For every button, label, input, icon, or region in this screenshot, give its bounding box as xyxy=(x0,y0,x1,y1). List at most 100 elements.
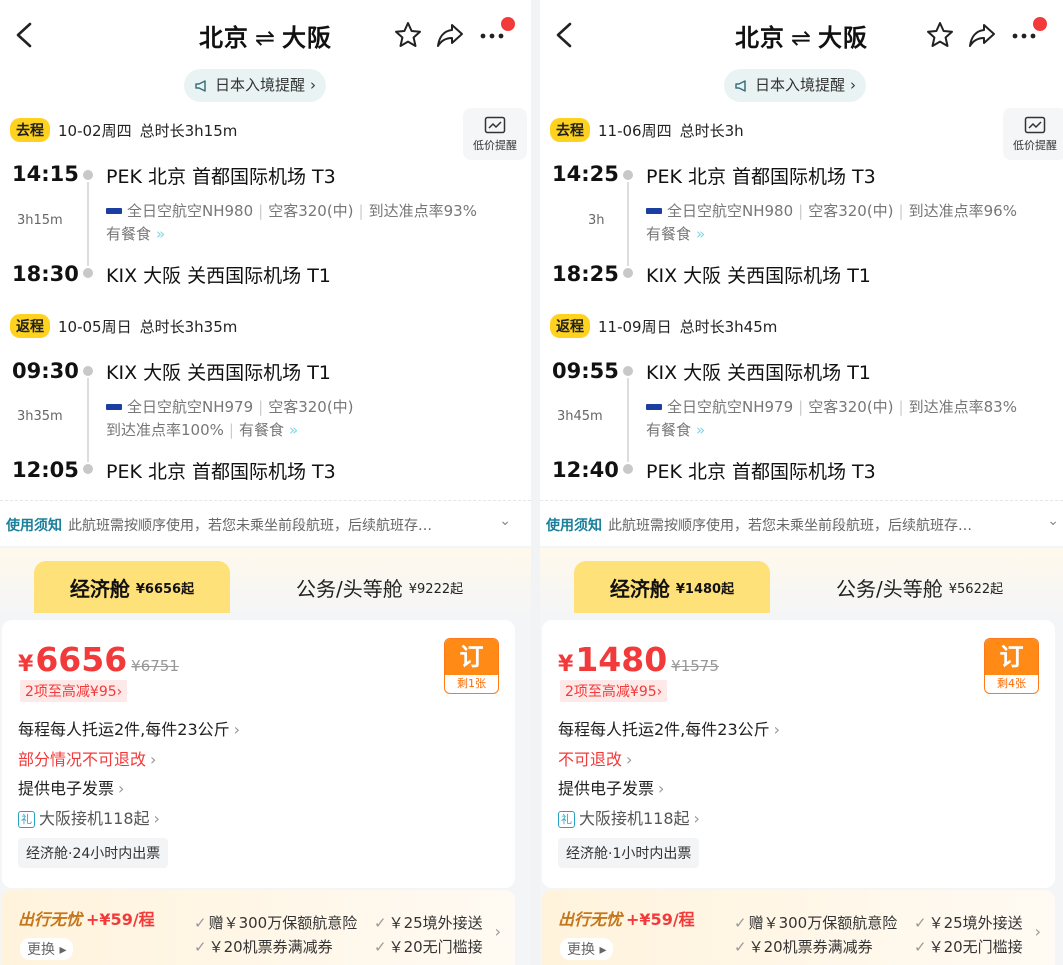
outbound-flight-info[interactable]: 全日空航空NH980 | 空客320(中) | 到达准点率96% xyxy=(646,200,1017,221)
ana-logo-icon xyxy=(106,207,122,214)
tab-business[interactable]: 公务/头等舱 ¥5622起 xyxy=(836,561,1003,613)
benefit-item: ✓ ￥20无门槛接 xyxy=(914,938,1023,956)
double-chevron-icon: » xyxy=(696,420,706,439)
timeline-line xyxy=(627,378,629,462)
check-icon: ✓ xyxy=(194,914,207,932)
timeline-dot xyxy=(83,268,93,278)
outbound-dep-time: 14:15 xyxy=(12,162,79,186)
outbound-meal[interactable]: 有餐食» xyxy=(106,223,165,244)
price-alert-button[interactable]: 低价提醒 xyxy=(463,108,527,160)
outbound-arr-airport: KIX 大阪 关西国际机场 T1 xyxy=(106,265,331,287)
chevron-down-icon: ⌄ xyxy=(1047,513,1059,529)
check-icon: ✓ xyxy=(374,938,387,956)
cabin-tabs: 经济舱 ¥6656起 公务/头等舱 ¥9222起 xyxy=(0,548,531,618)
invoice-info[interactable]: 提供电子发票 › xyxy=(558,775,664,799)
timeline-dot xyxy=(623,268,633,278)
share-icon[interactable] xyxy=(435,20,465,50)
return-flight-info[interactable]: 全日空航空NH979 | 空客320(中) xyxy=(106,396,354,417)
outbound-total-duration: 总时长3h15m xyxy=(139,121,238,140)
chevron-right-icon: › xyxy=(310,76,317,94)
remaining-seats: 剩4张 xyxy=(997,677,1026,690)
benefit-item: ✓ ￥25境外接送 xyxy=(374,914,483,932)
benefit-item: ✓ ￥20机票券满减券 xyxy=(194,938,333,956)
insurance-package[interactable]: 出行无忧 +¥59/程 更换 ▸ ✓ 赠￥300万保额航意险 ✓ ￥25境外接送 ✓ ￥… xyxy=(2,890,515,965)
timeline-dot xyxy=(83,464,93,474)
refund-policy[interactable]: 部分情况不可退改 › xyxy=(18,746,156,770)
change-button[interactable]: 更换 ▸ xyxy=(20,938,74,960)
fare-price: ¥6656 ¥6751 xyxy=(18,640,179,679)
outbound-tag: 去程 xyxy=(10,118,50,142)
baggage-info[interactable]: 每程每人托运2件,每件23公斤 › xyxy=(558,716,780,740)
benefit-item: ✓ ￥20无门槛接 xyxy=(374,938,483,956)
return-dep-airport: KIX 大阪 关西国际机场 T1 xyxy=(106,362,331,384)
airport-transfer[interactable]: 礼大阪接机118起 › xyxy=(18,805,160,829)
benefit-item: ✓ ￥20机票券满减券 xyxy=(734,938,873,956)
outbound-total-duration: 总时长3h xyxy=(679,121,744,140)
outbound-flight-info[interactable]: 全日空航空NH980 | 空客320(中) | 到达准点率93% xyxy=(106,200,477,221)
tab-economy[interactable]: 经济舱 ¥6656起 xyxy=(34,561,230,613)
tab-business[interactable]: 公务/头等舱 ¥9222起 xyxy=(296,561,463,613)
insurance-package[interactable]: 出行无忧 +¥59/程 更换 ▸ ✓ 赠￥300万保额航意险 ✓ ￥25境外接送 ✓ ￥… xyxy=(542,890,1055,965)
outbound-date: 10-02周四 xyxy=(58,121,132,140)
cabin-tabs: 经济舱 ¥1480起 公务/头等舱 ¥5622起 xyxy=(540,548,1063,618)
change-button[interactable]: 更换 ▸ xyxy=(560,938,614,960)
outbound-date: 11-06周四 xyxy=(598,121,672,140)
star-icon[interactable] xyxy=(393,20,423,50)
check-icon: ✓ xyxy=(374,914,387,932)
baggage-info[interactable]: 每程每人托运2件,每件23公斤 › xyxy=(18,716,240,740)
original-price: ¥6751 xyxy=(131,657,179,675)
star-icon[interactable] xyxy=(925,20,955,50)
price-alert-button[interactable]: 低价提醒 xyxy=(1003,108,1063,160)
ana-logo-icon xyxy=(646,207,662,214)
timeline-dot xyxy=(623,170,633,180)
benefit-item: ✓ 赠￥300万保额航意险 xyxy=(734,914,898,932)
return-total-duration: 总时长3h35m xyxy=(139,317,238,336)
usage-notice[interactable]: 使用须知 此航班需按顺序使用，若您未乘坐前段航班，后续航班存… ⌄ xyxy=(0,500,531,546)
fare-price: ¥1480 ¥1575 xyxy=(558,640,719,679)
outbound-dep-time: 14:25 xyxy=(552,162,619,186)
flight-detail-section: 北京 ⇌ 大阪 日本入境提醒 › 低价提醒 去程 11-06周四 总时长3h 14:2… xyxy=(540,0,1063,500)
outbound-arr-time: 18:30 xyxy=(12,262,79,286)
book-button[interactable]: 订剩1张 xyxy=(444,638,499,694)
double-chevron-icon: » xyxy=(156,224,166,243)
check-icon: ✓ xyxy=(914,938,927,956)
discount-badge[interactable]: 2项至高减¥95› xyxy=(20,680,128,702)
chevron-right-icon: › xyxy=(850,76,857,94)
return-header: 返程 10-05周日 总时长3h35m xyxy=(10,314,237,338)
japan-entry-notice[interactable]: 日本入境提醒 › xyxy=(184,69,327,102)
return-meal[interactable]: 有餐食» xyxy=(646,419,705,440)
outbound-header: 去程 10-02周四 总时长3h15m xyxy=(10,118,237,142)
double-chevron-icon: » xyxy=(288,420,299,439)
fare-card: ¥6656 ¥6751 2项至高减¥95› 订剩1张 每程每人托运2件,每件23公… xyxy=(2,620,515,888)
airport-transfer[interactable]: 礼大阪接机118起 › xyxy=(558,805,700,829)
outbound-dep-airport: PEK 北京 首都国际机场 T3 xyxy=(646,166,876,188)
swap-icon: ⇌ xyxy=(790,24,813,52)
return-date: 10-05周日 xyxy=(58,317,132,336)
return-ontime-meal[interactable]: 到达准点率100% | 有餐食» xyxy=(106,419,298,440)
return-header: 返程 11-09周日 总时长3h45m xyxy=(550,314,777,338)
usage-notice[interactable]: 使用须知 此航班需按顺序使用，若您未乘坐前段航班，后续航班存… ⌄ xyxy=(540,500,1063,546)
remaining-seats: 剩1张 xyxy=(457,677,486,690)
booking-panel-left: 北京 ⇌ 大阪 日本入境提醒 › 低价提醒 去程 10-02周四 总时长3h15m 1… xyxy=(0,0,531,965)
check-icon: ✓ xyxy=(194,938,207,956)
outbound-meal[interactable]: 有餐食» xyxy=(646,223,705,244)
share-icon[interactable] xyxy=(967,20,997,50)
invoice-info[interactable]: 提供电子发票 › xyxy=(18,775,124,799)
flight-detail-section: 北京 ⇌ 大阪 日本入境提醒 › 低价提醒 去程 10-02周四 总时长3h15m 1… xyxy=(0,0,531,500)
return-dep-airport: KIX 大阪 关西国际机场 T1 xyxy=(646,362,871,384)
fare-card: ¥1480 ¥1575 2项至高减¥95› 订剩4张 每程每人托运2件,每件23公… xyxy=(542,620,1055,888)
return-dep-time: 09:55 xyxy=(552,359,619,383)
timeline-line xyxy=(627,182,629,266)
double-chevron-icon: » xyxy=(696,224,706,243)
tab-economy[interactable]: 经济舱 ¥1480起 xyxy=(574,561,770,613)
japan-entry-notice[interactable]: 日本入境提醒 › xyxy=(724,69,867,102)
timeline-dot xyxy=(83,170,93,180)
return-arr-airport: PEK 北京 首都国际机场 T3 xyxy=(646,461,876,483)
check-icon: ✓ xyxy=(914,914,927,932)
return-arr-time: 12:40 xyxy=(552,458,619,482)
discount-badge[interactable]: 2项至高减¥95› xyxy=(560,680,668,702)
return-flight-info[interactable]: 全日空航空NH979 | 空客320(中) | 到达准点率83% xyxy=(646,396,1017,417)
insurance-title: 出行无忧 +¥59/程 xyxy=(558,910,695,929)
refund-policy[interactable]: 不可退改 › xyxy=(558,746,632,770)
book-button[interactable]: 订剩4张 xyxy=(984,638,1039,694)
